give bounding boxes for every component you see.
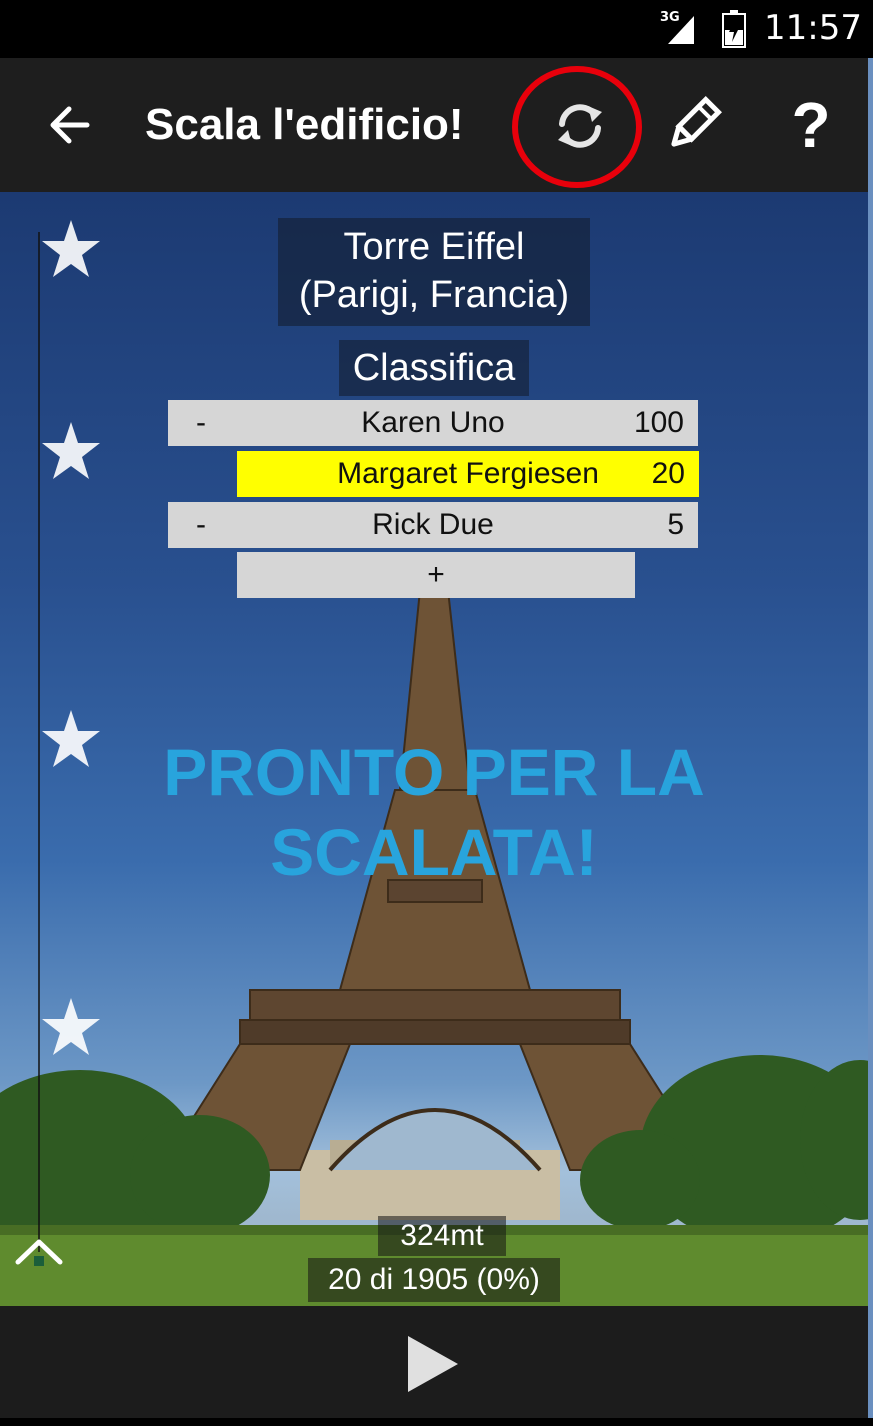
edge-strip	[868, 58, 873, 1426]
signal-icon: 3G	[660, 10, 700, 46]
edit-button[interactable]	[660, 92, 726, 158]
star-icon	[42, 710, 100, 767]
building-name: Torre Eiffel (Parigi, Francia)	[278, 218, 590, 326]
page-title: Scala l'edificio!	[145, 100, 464, 149]
ready-message-line2: SCALATA!	[270, 815, 598, 889]
star-icon	[42, 422, 100, 479]
player-name: Rick Due	[372, 508, 494, 541]
player-name: Karen Uno	[361, 406, 505, 439]
ready-message: PRONTO PER LA SCALATA!	[100, 732, 768, 892]
highlight-ring	[512, 66, 642, 188]
pencil-icon	[671, 96, 722, 147]
battery-icon	[722, 10, 746, 48]
player-name: Margaret Fergiesen	[337, 457, 599, 490]
player-score: 20	[651, 457, 685, 490]
chevron-up-icon[interactable]	[14, 1232, 64, 1268]
back-button[interactable]	[36, 92, 102, 158]
building-title: Torre Eiffel	[343, 226, 525, 268]
ready-message-line1: PRONTO PER LA	[163, 735, 705, 809]
player-score: 5	[667, 508, 684, 541]
player-score: 100	[633, 406, 684, 439]
building-location: (Parigi, Francia)	[298, 274, 570, 316]
bottom-edge	[0, 1418, 873, 1426]
leaderboard-row: - Karen Uno 100	[168, 400, 698, 446]
leaderboard-row: - Rick Due 5	[168, 502, 698, 548]
play-icon[interactable]	[402, 1332, 462, 1396]
star-icon	[42, 220, 100, 277]
arrow-left-icon	[50, 106, 90, 144]
building-height: 324mt	[378, 1216, 506, 1256]
clock: 11:57	[764, 8, 862, 48]
status-bar: 3G 11:57	[0, 0, 873, 58]
star-icon	[42, 998, 100, 1055]
help-button[interactable]: ?	[786, 90, 836, 160]
add-player-button[interactable]: +	[237, 552, 635, 598]
climb-progress: 20 di 1905 (0%)	[308, 1258, 560, 1302]
leaderboard-title: Classifica	[339, 340, 529, 396]
leaderboard-row-current: Margaret Fergiesen 20	[237, 451, 699, 497]
